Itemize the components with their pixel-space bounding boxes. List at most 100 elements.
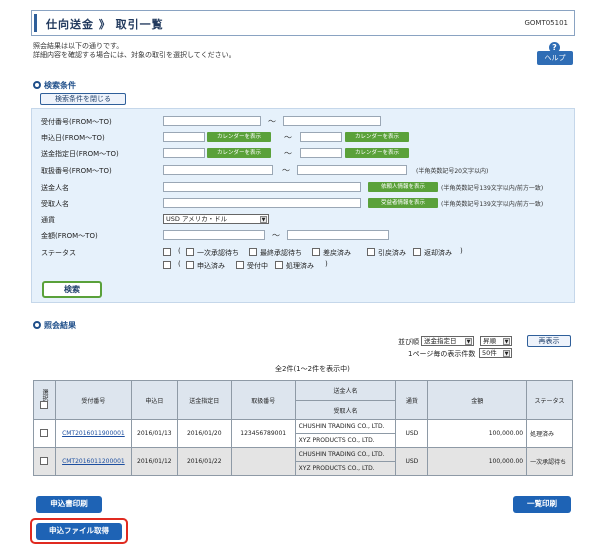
remitter-info-button[interactable]: 依頼人情報を表示 [368, 182, 438, 192]
get-application-file-button[interactable]: 申込ファイル取得 [36, 523, 122, 540]
status-cell: 処理済み [526, 419, 573, 448]
redisplay-button[interactable]: 再表示 [527, 335, 571, 347]
search-panel: 受付番号(FROM〜TO) 〜 申込日(FROM〜TO) カレンダーを表示 〜 … [31, 108, 575, 303]
remitter-cell: CHUSHIN TRADING CO., LTD. [294, 447, 397, 462]
status-all-checkbox[interactable] [163, 248, 171, 256]
remitter-label: 送金人名 [41, 184, 69, 192]
list-print-button[interactable]: 一覧印刷 [513, 496, 571, 513]
sort-label: 並び順 [398, 338, 419, 346]
txn-no-from-input[interactable] [163, 165, 273, 175]
status-paren-close: ) [460, 247, 463, 255]
chevron-down-icon: ▼ [503, 350, 510, 357]
order-select-value: 昇順 [483, 337, 496, 345]
sort-select-value: 送金指定日 [424, 337, 457, 345]
remit-date-from-input[interactable] [163, 148, 205, 158]
currency-select[interactable]: USD アメリカ・ドル ▼ [163, 214, 269, 224]
status-checkbox[interactable] [236, 261, 244, 269]
remitter-cell: CHUSHIN TRADING CO., LTD. [294, 419, 397, 434]
apply-date-column-header: 申込日 [130, 380, 178, 420]
beneficiary-input[interactable] [163, 198, 361, 208]
amount-from-input[interactable] [163, 230, 265, 240]
row-checkbox[interactable] [40, 428, 49, 437]
amount-cell: 100,000.00 [427, 447, 528, 476]
status-option: 処理済み [286, 262, 314, 270]
print-application-button[interactable]: 申込書印刷 [36, 496, 102, 513]
remit-date-column-header: 送金指定日 [176, 380, 232, 420]
status-checkbox[interactable] [249, 248, 257, 256]
tilde-5: 〜 [272, 231, 280, 240]
page-size-select[interactable]: 50件 ▼ [479, 348, 512, 358]
section-bullet-icon [33, 321, 41, 329]
header-accent-bar [34, 14, 37, 32]
ref-no-link[interactable]: CMT2016011900001 [62, 430, 125, 437]
status-all-checkbox[interactable] [163, 261, 171, 269]
remit-date-to-calendar-button[interactable]: カレンダーを表示 [345, 148, 409, 158]
results-table: 選択 受付番号 申込日 送金指定日 取扱番号 送金人名 通貨 金額 ステータス … [33, 380, 573, 476]
txn-no-cell: 123456789001 [230, 419, 296, 448]
select-column-header: 選択 [33, 380, 56, 420]
status-checkbox[interactable] [275, 261, 283, 269]
page-header: 仕向送金 》 取引一覧 GOMT05101 [31, 10, 575, 36]
status-option: 一次承認待ち [197, 249, 239, 257]
currency-cell: USD [395, 447, 429, 476]
status-checkbox[interactable] [186, 261, 194, 269]
page-size-label: 1ページ毎の表示件数 [408, 350, 476, 358]
status-option: 引戻済み [378, 249, 406, 257]
status-row-1: ( 一次承認待ち 最終承認待ち 差戻済み 引戻済み 返却済み ) [163, 247, 523, 259]
table-row[interactable]: CMT2016011900001 2016/01/13 2016/01/20 1… [33, 419, 573, 448]
ref-no-cell: CMT2016011900001 [54, 419, 132, 448]
status-paren-close: ) [325, 260, 328, 268]
remit-date-from-calendar-button[interactable]: カレンダーを表示 [207, 148, 271, 158]
table-row[interactable]: CMT2016011200001 2016/01/12 2016/01/22 C… [33, 447, 573, 476]
txn-no-column-header: 取扱番号 [230, 380, 296, 420]
status-checkbox[interactable] [186, 248, 194, 256]
txn-no-label: 取扱番号(FROM〜TO) [41, 167, 112, 175]
apply-date-to-calendar-button[interactable]: カレンダーを表示 [345, 132, 409, 142]
page-title: 仕向送金 》 取引一覧 [46, 18, 164, 31]
ref-no-from-input[interactable] [163, 116, 261, 126]
message-line-2: 詳細内容を確認する場合には、対象の取引を選択してください。 [33, 51, 236, 59]
tilde-4: 〜 [282, 166, 290, 175]
apply-date-from-input[interactable] [163, 132, 205, 142]
ref-no-link[interactable]: CMT2016011200001 [62, 458, 125, 465]
txn-no-to-input[interactable] [297, 165, 407, 175]
status-option: 受付中 [247, 262, 268, 270]
apply-date-from-calendar-button[interactable]: カレンダーを表示 [207, 132, 271, 142]
currency-column-header: 通貨 [395, 380, 429, 420]
status-checkbox[interactable] [367, 248, 375, 256]
status-checkbox[interactable] [413, 248, 421, 256]
apply-date-to-input[interactable] [300, 132, 342, 142]
apply-date-cell: 2016/01/13 [130, 419, 178, 448]
sort-select[interactable]: 送金指定日 ▼ [421, 336, 474, 346]
remitter-note: (半角英数記号139文字以内/前方一致) [441, 185, 544, 192]
beneficiary-note: (半角英数記号139文字以内/前方一致) [441, 201, 544, 208]
currency-cell: USD [395, 419, 429, 448]
remitter-input[interactable] [163, 182, 361, 192]
tilde-3: 〜 [284, 149, 292, 158]
close-search-button[interactable]: 検索条件を閉じる [40, 93, 126, 105]
select-all-checkbox[interactable] [40, 401, 49, 409]
beneficiary-info-button[interactable]: 受益者情報を表示 [368, 198, 438, 208]
chevron-down-icon: ▼ [465, 338, 472, 345]
row-select-cell [33, 447, 56, 476]
ref-no-to-input[interactable] [283, 116, 381, 126]
amount-to-input[interactable] [287, 230, 389, 240]
results-section-title: 照会結果 [33, 320, 76, 331]
status-cell: 一次承認待ち [526, 447, 573, 476]
status-option: 最終承認待ち [260, 249, 302, 257]
help-button[interactable]: ? ヘルプ [537, 42, 573, 65]
remitter-column-header: 送金人名 [294, 380, 397, 401]
remit-date-cell: 2016/01/22 [176, 447, 232, 476]
order-select[interactable]: 昇順 ▼ [480, 336, 512, 346]
amount-column-header: 金額 [427, 380, 528, 420]
apply-date-label: 申込日(FROM〜TO) [41, 134, 105, 142]
txn-no-note: (半角英数記号20文字以内) [416, 168, 489, 175]
ref-no-column-header: 受付番号 [54, 380, 132, 420]
status-paren-open: ( [178, 247, 181, 255]
search-button[interactable]: 検索 [42, 281, 102, 298]
beneficiary-cell: XYZ PRODUCTS CO., LTD. [294, 433, 397, 448]
status-checkbox[interactable] [312, 248, 320, 256]
row-checkbox[interactable] [40, 456, 49, 465]
remit-date-cell: 2016/01/20 [176, 419, 232, 448]
remit-date-to-input[interactable] [300, 148, 342, 158]
